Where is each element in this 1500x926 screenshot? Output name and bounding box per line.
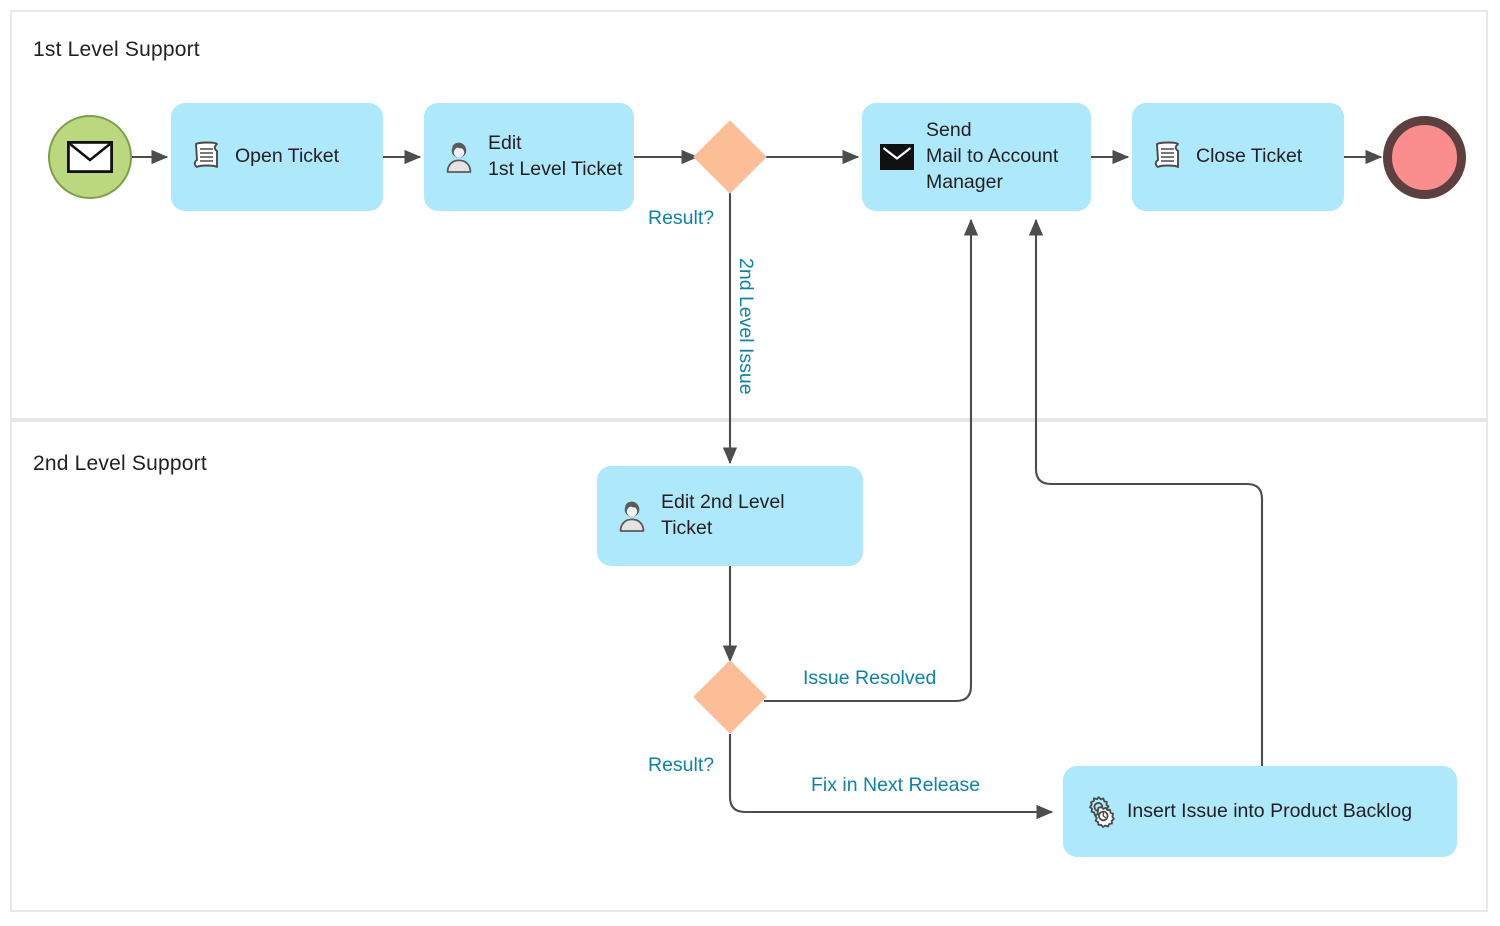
edge-label-fix-in-next-release: Fix in Next Release: [811, 774, 981, 796]
lane-title-2nd-level-support: 2nd Level Support: [33, 452, 207, 475]
end-event[interactable]: [1383, 116, 1466, 199]
task-insert-issue-into-product-backlog[interactable]: Insert Issue into Product Backlog: [1063, 766, 1457, 857]
task-edit-2nd-level-ticket[interactable]: Edit 2nd Level Ticket: [597, 466, 863, 566]
task-open-ticket[interactable]: Open Ticket: [171, 103, 383, 211]
gears-icon: [1081, 795, 1115, 829]
script-icon: [1150, 140, 1184, 174]
task-label: Insert Issue into Product Backlog: [1127, 799, 1413, 822]
script-icon: [189, 140, 223, 174]
task-send-mail-to-account-manager[interactable]: Send Mail to Account Manager: [862, 103, 1091, 211]
task-edit-1st-level-ticket[interactable]: Edit 1st Level Ticket: [424, 103, 634, 211]
task-label: Close Ticket: [1196, 145, 1303, 168]
lane-title-1st-level-support: 1st Level Support: [33, 38, 200, 61]
envelope-icon: [67, 141, 113, 173]
task-label: Edit 1st Level Ticket: [488, 132, 623, 180]
edge-label-issue-resolved: Issue Resolved: [803, 667, 937, 689]
task-close-ticket[interactable]: Close Ticket: [1132, 103, 1344, 211]
start-event-message[interactable]: [48, 115, 132, 199]
user-icon: [442, 140, 476, 174]
lane-divider: [12, 418, 1486, 422]
gateway-1-label: Result?: [648, 207, 715, 229]
diagram-canvas: 1st Level Support 2nd Level Support Open…: [0, 0, 1500, 926]
task-label: Open Ticket: [235, 145, 340, 168]
edge-label-2nd-level-issue: 2nd Level Issue: [735, 258, 757, 395]
task-label: Edit 2nd Level Ticket: [661, 491, 785, 539]
envelope-filled-icon: [880, 140, 914, 174]
task-label: Send Mail to Account Manager: [926, 119, 1059, 193]
gateway-2-label: Result?: [648, 754, 715, 776]
user-icon: [615, 499, 649, 533]
